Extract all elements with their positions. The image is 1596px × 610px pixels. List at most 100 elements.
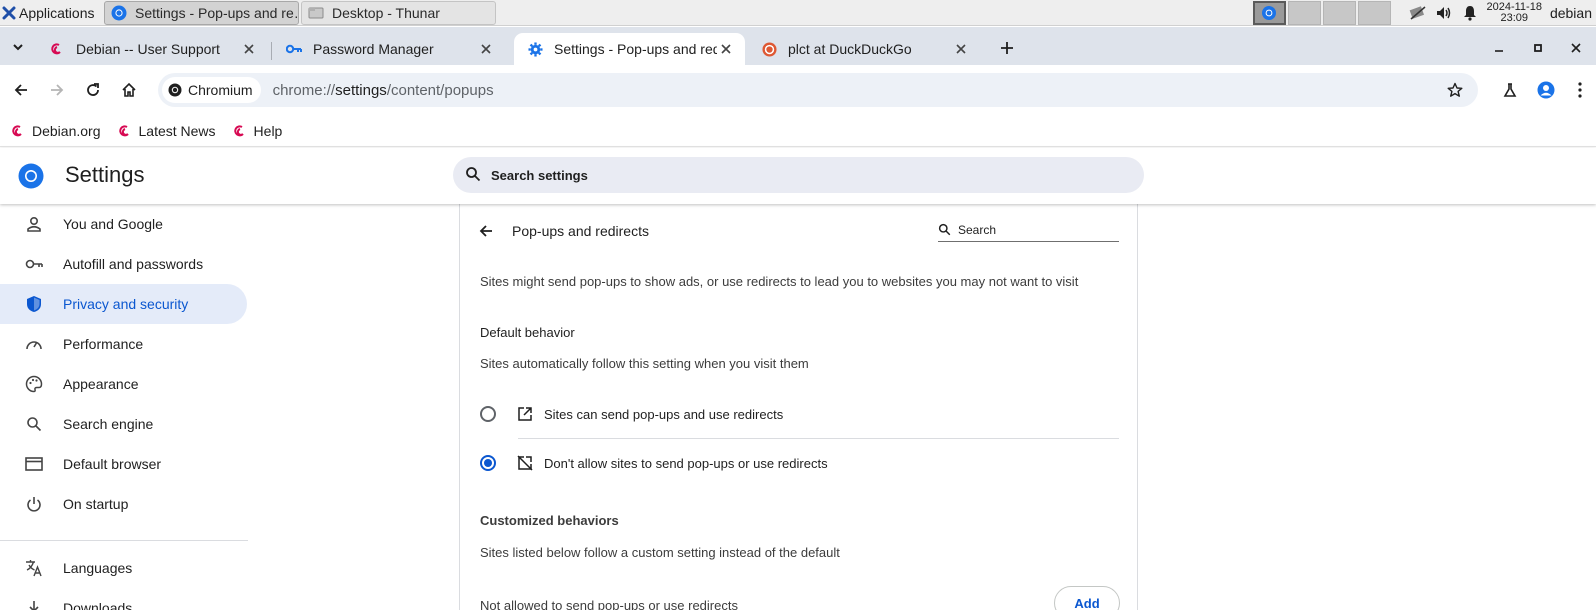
back-button[interactable] [8,77,34,103]
close-icon[interactable] [477,40,495,58]
sidebar-item-label: Performance [63,336,144,352]
customized-behaviors-subtitle: Sites listed below follow a custom setti… [480,545,840,560]
sidebar-item-downloads[interactable]: Downloads [0,588,247,610]
workspace-1[interactable] [1252,1,1286,25]
radio-allow-popups[interactable]: Sites can send pop-ups and use redirects [480,390,1119,438]
labs-button[interactable] [1497,77,1523,103]
bookmark-star-button[interactable] [1444,79,1466,101]
sidebar-item-label: Search engine [63,416,154,432]
sidebar-item-you-and-google[interactable]: You and Google [0,204,247,244]
taskbar-item-label: Desktop - Thunar [332,4,440,21]
site-info-chip[interactable]: Chromium [162,77,261,103]
debian-swirl-icon [117,123,133,139]
sidebar-item-privacy[interactable]: Privacy and security [0,284,247,324]
close-icon[interactable] [240,40,258,58]
tab-password-manager[interactable]: Password Manager [273,33,505,65]
default-behavior-heading: Default behavior [480,325,575,340]
subpage-title: Pop-ups and redirects [512,223,649,239]
address-bar[interactable]: Chromium chrome://settings/content/popup… [158,73,1478,107]
open-in-new-icon [516,405,534,423]
popups-settings-card: Pop-ups and redirects Search Sites might… [459,204,1138,610]
radio-button-selected[interactable] [480,455,496,471]
panel-user-menu[interactable]: debian [1550,5,1592,21]
sidebar-item-search-engine[interactable]: Search engine [0,404,247,444]
search-icon [465,166,483,184]
flask-icon [1503,83,1517,97]
back-button[interactable] [474,219,498,243]
network-icon[interactable] [1405,5,1431,21]
minimize-button[interactable] [1487,36,1511,60]
browser-menu-button[interactable] [1567,77,1593,103]
reload-button[interactable] [80,77,106,103]
xfce-logo-icon [2,6,16,20]
profile-button[interactable] [1533,77,1559,103]
minimize-icon [1495,50,1503,52]
taskbar-item-thunar[interactable]: Desktop - Thunar [301,0,496,25]
close-icon[interactable] [952,40,970,58]
plus-icon [1001,42,1013,54]
maximize-button[interactable] [1526,36,1550,60]
sidebar-item-appearance[interactable]: Appearance [0,364,247,404]
bookmark-latest-news[interactable]: Latest News [117,123,216,139]
workspace-4[interactable] [1357,1,1391,25]
chromium-icon [111,5,127,21]
star-icon [1447,82,1463,97]
tab-settings-popups[interactable]: Settings - Pop-ups and redirects [514,33,745,65]
new-tab-button[interactable] [995,36,1019,60]
sidebar-item-performance[interactable]: Performance [0,324,247,364]
tab-label: Password Manager [313,41,434,57]
sidebar-item-languages[interactable]: Languages [0,548,247,588]
applications-menu[interactable]: Applications [0,0,102,26]
search-icon [24,414,44,434]
maximize-icon [1534,44,1542,52]
folder-icon [308,5,324,21]
url-host: settings [335,81,387,99]
add-site-button[interactable]: Add [1054,586,1120,610]
subpage-description: Sites might send pop-ups to show ads, or… [480,274,1079,289]
sidebar-item-label: On startup [63,496,129,512]
reload-icon [87,83,99,96]
clock-time: 23:09 [1500,12,1528,24]
debian-swirl-icon [10,123,26,139]
taskbar-item-label: Settings - Pop-ups and re… [135,4,299,21]
arrow-left-icon [14,84,27,96]
panel-clock[interactable]: 2024-11-18 23:09 [1487,2,1542,24]
forward-button[interactable] [44,77,70,103]
bookmark-help[interactable]: Help [232,122,283,139]
close-window-button[interactable] [1564,36,1588,60]
tab-label: Debian -- User Support [76,41,220,57]
tab-debian-user-support[interactable]: Debian -- User Support [36,33,268,65]
sidebar-item-default-browser[interactable]: Default browser [0,444,247,484]
volume-icon[interactable] [1431,5,1457,21]
radio-block-popups[interactable]: Don't allow sites to send pop-ups or use… [480,439,1119,487]
popup-blocked-icon [516,454,534,472]
bookmark-debian-org[interactable]: Debian.org [10,123,101,139]
browser-toolbar: Chromium chrome://settings/content/popup… [0,65,1596,115]
tab-strip: Debian -- User Support Password Manager … [0,27,1596,65]
shield-icon [24,294,44,314]
taskbar-item-chromium[interactable]: Settings - Pop-ups and re… [104,0,299,25]
workspace-3[interactable] [1322,1,1356,25]
customized-behaviors-heading: Customized behaviors [480,513,619,528]
notification-bell-icon[interactable] [1457,5,1483,21]
sidebar-item-label: Appearance [63,376,139,392]
debian-swirl-icon [232,123,248,139]
url-text[interactable]: chrome://settings/content/popups [273,82,494,99]
panel-tray-area: 2024-11-18 23:09 debian [1252,0,1596,26]
tab-duckduckgo[interactable]: plct at DuckDuckGo [748,33,980,65]
applications-menu-label: Applications [19,4,95,21]
close-icon[interactable] [717,40,735,58]
workspace-2[interactable] [1287,1,1321,25]
person-icon [24,214,44,234]
bookmark-label: Help [253,122,283,139]
speedometer-icon [24,334,44,354]
tab-search-button[interactable] [6,35,30,59]
settings-search-input[interactable]: Search settings [453,157,1144,193]
chromium-icon [168,83,182,97]
sidebar-item-autofill[interactable]: Autofill and passwords [0,244,247,284]
radio-button[interactable] [480,406,496,422]
subpage-search-input[interactable]: Search [938,218,1119,242]
radio-label: Sites can send pop-ups and use redirects [544,406,784,422]
home-button[interactable] [116,77,142,103]
sidebar-item-on-startup[interactable]: On startup [0,484,247,524]
